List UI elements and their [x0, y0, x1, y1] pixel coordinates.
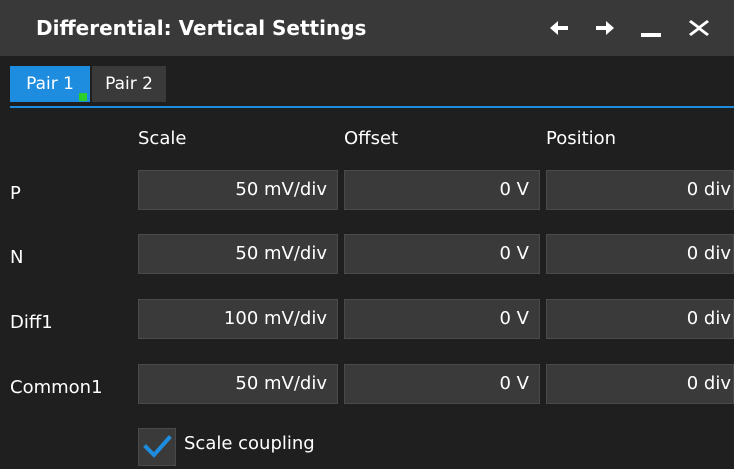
common1-scale-field[interactable]: 50 mV/div — [138, 364, 338, 404]
tab-pair-2[interactable]: Pair 2 — [92, 66, 166, 102]
row-label-n: N — [10, 247, 24, 268]
p-position-field[interactable]: 0 div — [546, 170, 734, 210]
diff1-scale-field[interactable]: 100 mV/div — [138, 299, 338, 339]
diff1-position-field[interactable]: 0 div — [546, 299, 734, 339]
window-title: Differential: Vertical Settings — [36, 16, 367, 40]
n-position-field[interactable]: 0 div — [546, 234, 734, 274]
row-label-diff1: Diff1 — [10, 312, 53, 333]
tab-bar: Pair 1 Pair 2 — [0, 56, 734, 108]
p-offset-field[interactable]: 0 V — [344, 170, 540, 210]
tab-underline — [10, 106, 734, 108]
row-label-common1: Common1 — [10, 377, 103, 398]
tab-pair-2-label: Pair 2 — [105, 74, 153, 94]
minimize-icon[interactable] — [640, 18, 662, 38]
tab-pair-1[interactable]: Pair 1 — [10, 66, 90, 102]
title-bar: Differential: Vertical Settings — [0, 0, 734, 56]
close-icon[interactable] — [688, 18, 710, 38]
column-header-offset: Offset — [344, 128, 399, 149]
common1-position-field[interactable]: 0 div — [546, 364, 734, 404]
row-label-p: P — [10, 183, 21, 204]
n-offset-field[interactable]: 0 V — [344, 234, 540, 274]
scale-coupling-label: Scale coupling — [184, 433, 315, 454]
n-scale-field[interactable]: 50 mV/div — [138, 234, 338, 274]
tab-pair-1-label: Pair 1 — [26, 74, 74, 94]
arrow-left-icon[interactable] — [548, 18, 570, 38]
column-header-scale: Scale — [138, 128, 187, 149]
active-indicator-icon — [79, 93, 87, 101]
diff1-offset-field[interactable]: 0 V — [344, 299, 540, 339]
p-scale-field[interactable]: 50 mV/div — [138, 170, 338, 210]
common1-offset-field[interactable]: 0 V — [344, 364, 540, 404]
arrow-right-icon[interactable] — [594, 18, 616, 38]
checkmark-icon — [143, 435, 172, 458]
scale-coupling-checkbox[interactable] — [138, 428, 176, 466]
column-header-position: Position — [546, 128, 617, 149]
